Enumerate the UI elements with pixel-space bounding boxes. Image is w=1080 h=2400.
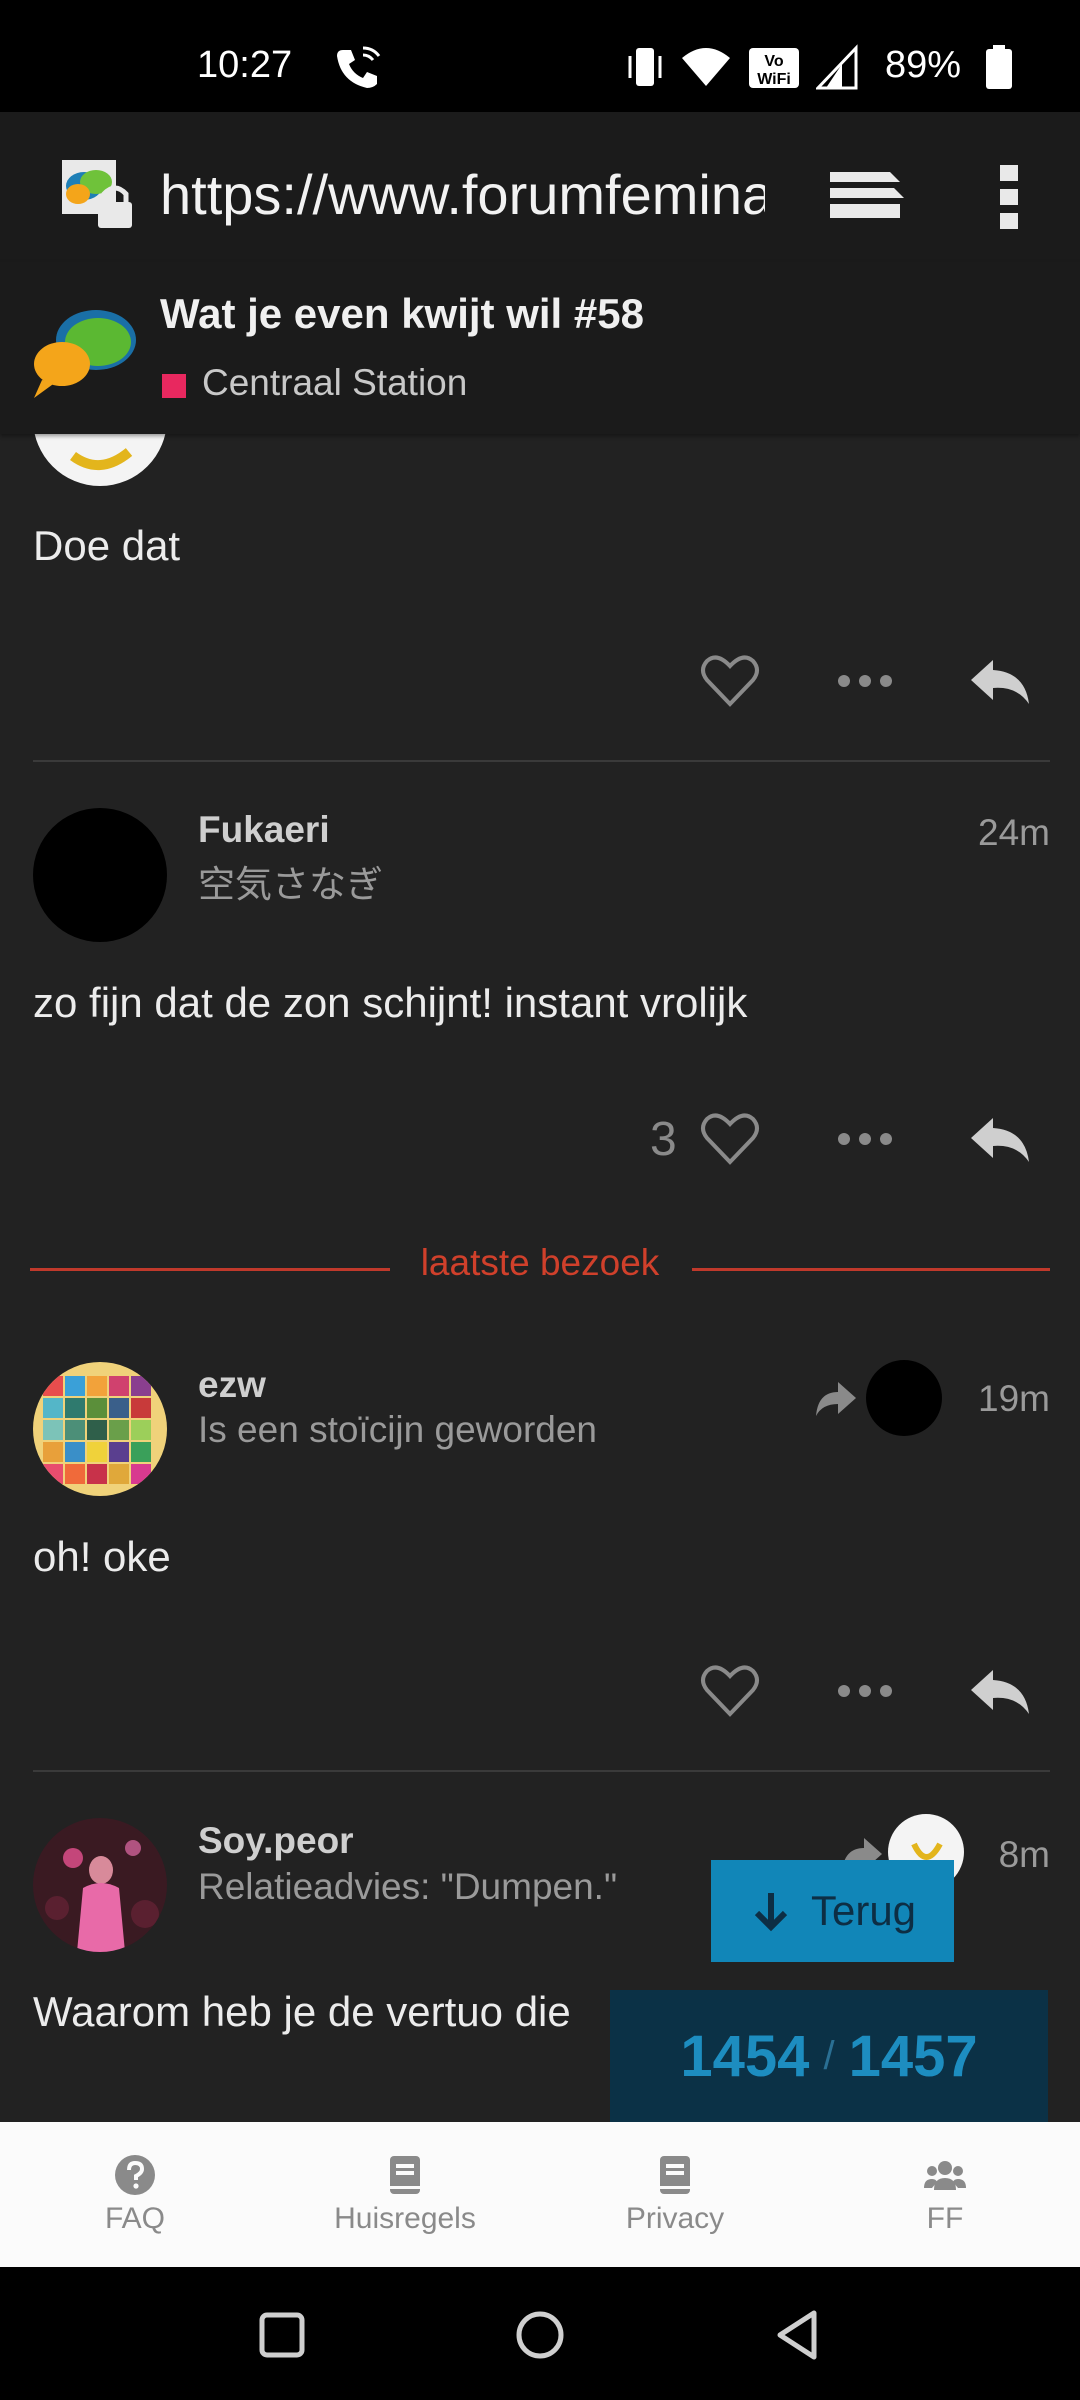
site-lock-icon[interactable] bbox=[58, 156, 138, 232]
tabs-icon[interactable] bbox=[820, 160, 910, 230]
post-user-title: Relatieadvies: "Dumpen." bbox=[198, 1866, 618, 1907]
home-icon[interactable] bbox=[512, 2307, 568, 2363]
kebab-menu-icon[interactable] bbox=[980, 157, 1040, 237]
wifi-call-icon bbox=[337, 46, 381, 88]
post-body: zo fijn dat de zon schijnt! instant vrol… bbox=[33, 979, 748, 1026]
url-bar[interactable]: https://www.forumfemina.nl/t/wat-je-even… bbox=[160, 162, 765, 227]
topic-header: Wat je even kwijt wil #58 Centraal Stati… bbox=[0, 262, 1080, 434]
post-divider bbox=[33, 1770, 1050, 1772]
more-icon[interactable] bbox=[830, 1104, 900, 1174]
post-body: Doe dat bbox=[33, 522, 181, 569]
footer-item-privacy[interactable]: Privacy bbox=[575, 2122, 775, 2267]
jump-back-label: Terug bbox=[810, 1887, 917, 1934]
footer-item-faq[interactable]: FAQ bbox=[35, 2122, 235, 2267]
more-icon[interactable] bbox=[830, 646, 900, 716]
last-visit-line-right bbox=[692, 1268, 1050, 1271]
back-icon[interactable] bbox=[770, 2307, 826, 2363]
book-icon bbox=[390, 2155, 420, 2194]
battery-percent: 89% bbox=[885, 44, 962, 86]
post-divider bbox=[33, 760, 1050, 762]
like-icon[interactable] bbox=[695, 1104, 765, 1174]
like-icon[interactable] bbox=[695, 1656, 765, 1726]
category-badge bbox=[162, 374, 186, 398]
wifi-icon bbox=[682, 48, 730, 86]
question-circle-icon bbox=[115, 2154, 155, 2195]
svg-text:WiFi: WiFi bbox=[757, 71, 791, 88]
last-visit-label: laatste bezoek bbox=[420, 1242, 660, 1283]
footer-item-label: Privacy bbox=[625, 2201, 725, 2235]
progress-separator: / bbox=[823, 2033, 835, 2078]
progress-current: 1454 bbox=[680, 2023, 810, 2089]
banana-icon bbox=[70, 448, 133, 471]
arrow-down-icon bbox=[754, 1893, 788, 1932]
svg-text:Vo: Vo bbox=[764, 53, 783, 70]
post-user-title: 空気さなぎ bbox=[198, 864, 383, 905]
jump-back-button[interactable]: Terug bbox=[711, 1860, 954, 1962]
post-body: Waarom heb je de vertuo die bbox=[33, 1988, 571, 2035]
avatar[interactable] bbox=[33, 434, 167, 486]
post-time[interactable]: 24m bbox=[930, 812, 1050, 854]
avatar[interactable] bbox=[33, 1818, 167, 1952]
person-photo-image bbox=[45, 1840, 159, 1952]
footer-item-huisregels[interactable]: Huisregels bbox=[305, 2122, 505, 2267]
status-time: 10:27 bbox=[197, 44, 293, 86]
signal-icon bbox=[816, 44, 858, 90]
post-time[interactable]: 19m bbox=[930, 1378, 1050, 1420]
users-icon bbox=[924, 2160, 966, 2190]
battery-icon bbox=[986, 45, 1012, 89]
avatar[interactable] bbox=[33, 1362, 167, 1496]
forum-logo-icon[interactable] bbox=[30, 302, 140, 402]
pixel-mosaic-image bbox=[43, 1376, 151, 1484]
post-username[interactable]: ezw bbox=[198, 1364, 266, 1406]
footer-item-ff[interactable]: FF bbox=[845, 2122, 1045, 2267]
progress-total: 1457 bbox=[848, 2023, 978, 2089]
reply-icon[interactable] bbox=[965, 646, 1035, 716]
footer-item-label: Huisregels bbox=[334, 2201, 476, 2235]
browser-toolbar: https://www.forumfemina.nl/t/wat-je-even… bbox=[0, 112, 1080, 262]
topic-title[interactable]: Wat je even kwijt wil #58 bbox=[160, 290, 644, 338]
post-username[interactable]: Soy.peor bbox=[198, 1820, 354, 1862]
vowifi-icon: Vo WiFi bbox=[749, 48, 799, 88]
system-nav-bar bbox=[0, 2267, 1080, 2400]
category-name[interactable]: Centraal Station bbox=[202, 362, 467, 404]
footer-nav: FAQ Huisregels Privacy FF bbox=[0, 2122, 1080, 2267]
more-icon[interactable] bbox=[830, 1656, 900, 1726]
post-username[interactable]: Fukaeri bbox=[198, 809, 330, 851]
topic-progress[interactable]: 1454 / 1457 bbox=[610, 1990, 1048, 2122]
avatar[interactable] bbox=[33, 808, 167, 942]
recents-icon[interactable] bbox=[254, 2307, 310, 2363]
footer-item-label: FF bbox=[926, 2201, 964, 2235]
status-bar: 10:27 Vo WiFi 89% bbox=[0, 0, 1080, 112]
reply-icon[interactable] bbox=[965, 1104, 1035, 1174]
like-icon[interactable] bbox=[695, 646, 765, 716]
footer-item-label: FAQ bbox=[104, 2201, 165, 2235]
reply-to-arrow-icon[interactable] bbox=[812, 1374, 858, 1420]
post-body: oh! oke bbox=[33, 1533, 171, 1580]
reply-icon[interactable] bbox=[965, 1656, 1035, 1726]
post-user-title: Is een stoïcijn geworden bbox=[198, 1409, 598, 1450]
vibrate-icon bbox=[628, 48, 662, 86]
like-count[interactable]: 3 bbox=[650, 1112, 677, 1167]
book-icon bbox=[660, 2155, 690, 2194]
